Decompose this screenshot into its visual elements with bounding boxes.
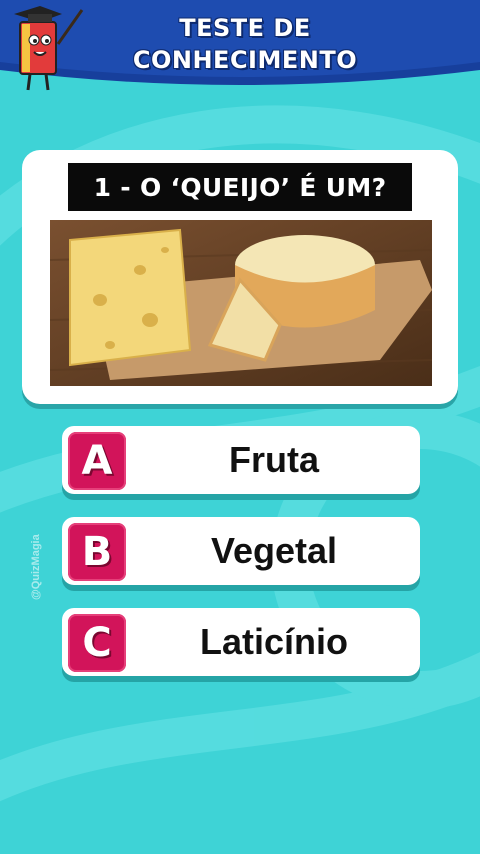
option-b-letter: B: [81, 529, 113, 575]
header-title: TESTE DE CONHECIMENTO: [110, 12, 380, 76]
book-mascot-icon: [14, 6, 84, 91]
header-title-line1: TESTE DE: [179, 14, 311, 42]
option-a-label: Fruta: [229, 439, 319, 480]
option-a-letter: A: [81, 438, 113, 484]
watermark: @QuizMagia: [30, 534, 42, 600]
question-text: 1 - O ‘QUEIJO’ É UM?: [68, 163, 412, 211]
option-b-button[interactable]: B Vegetal: [62, 517, 420, 585]
option-b-label: Vegetal: [210, 530, 338, 571]
header: TESTE DE CONHECIMENTO: [0, 0, 480, 92]
option-a-letter-badge: A: [68, 432, 126, 490]
option-c-button[interactable]: C Laticínio: [62, 608, 420, 676]
option-c-letter-badge: C: [68, 614, 126, 672]
option-a-button[interactable]: A Fruta: [62, 426, 420, 494]
option-b-letter-badge: B: [68, 523, 126, 581]
header-title-line2: CONHECIMENTO: [132, 46, 358, 74]
cheese-photo: [50, 220, 432, 386]
option-c-letter: C: [82, 620, 112, 666]
option-c-label: Laticínio: [199, 621, 348, 662]
